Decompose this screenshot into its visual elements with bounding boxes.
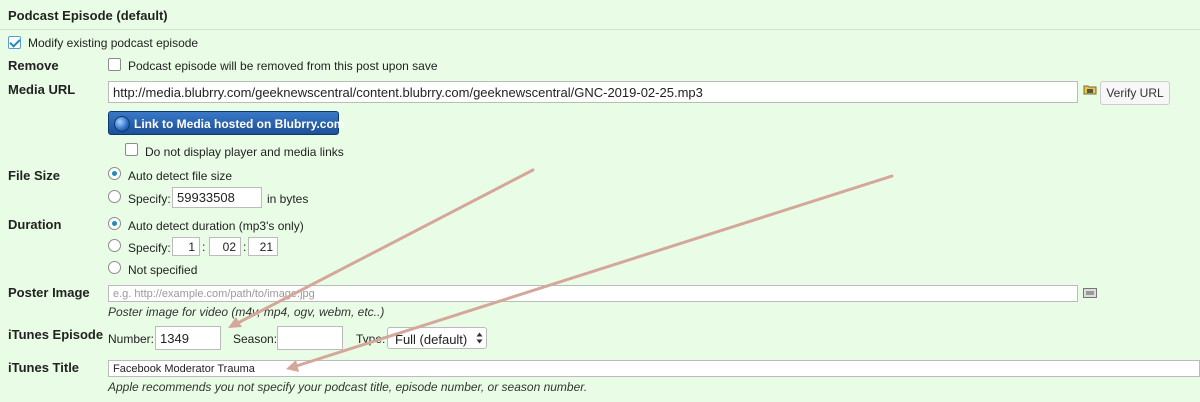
file-size-specify-label: Specify: [128,192,171,206]
file-size-unit: in bytes [267,192,309,206]
media-url-input[interactable] [108,81,1078,103]
itunes-title-hint: Apple recommends you not specify your po… [108,380,588,394]
duration-minutes-input[interactable] [209,237,241,256]
section-title: Podcast Episode (default) [8,8,168,23]
poster-image-label: Poster Image [8,285,90,300]
itunes-episode-label: iTunes Episode [8,327,104,342]
episode-type-value: Full (default) [395,332,468,347]
modify-episode-checkbox[interactable] [8,36,21,49]
duration-seconds-input[interactable] [248,237,278,256]
no-player-checkbox[interactable] [125,143,138,156]
episode-number-label: Number: [108,332,155,346]
remove-label: Remove [8,58,59,73]
duration-specify-label: Specify: [128,241,171,255]
file-size-auto-radio[interactable] [108,167,121,180]
episode-type-label: Type: [356,332,386,346]
verify-url-button[interactable]: Verify URL [1100,81,1170,105]
file-size-auto-label: Auto detect file size [128,169,233,183]
select-arrows-icon [476,331,483,348]
blubrry-link-label: Link to Media hosted on Blubrry.com [134,117,345,131]
season-label: Season: [233,332,278,346]
blubrry-link-button[interactable]: Link to Media hosted on Blubrry.com [108,111,344,135]
globe-icon [114,116,130,132]
duration-sep-1: : [202,240,206,254]
season-input[interactable] [277,326,343,350]
file-size-input[interactable] [172,187,262,208]
file-size-specify-radio[interactable] [108,190,121,203]
no-player-label: Do not display player and media links [145,145,344,159]
modify-episode-label: Modify existing podcast episode [28,36,199,50]
itunes-title-input[interactable] [108,360,1200,377]
media-url-label: Media URL [8,82,76,97]
episode-type-select[interactable]: Full (default) [387,327,487,349]
duration-label: Duration [8,217,62,232]
duration-sep-2: : [243,240,247,254]
duration-auto-label: Auto detect duration (mp3's only) [128,219,304,233]
duration-hours-input[interactable] [172,237,200,256]
folder-icon[interactable] [1083,84,1097,95]
itunes-title-label: iTunes Title [8,360,80,375]
duration-not-specified-radio[interactable] [108,261,121,274]
remove-episode-text: Podcast episode will be removed from thi… [128,59,438,73]
divider [0,29,1200,30]
duration-not-specified-label: Not specified [128,263,198,277]
image-picker-icon[interactable] [1083,287,1097,298]
remove-episode-checkbox[interactable] [108,58,121,71]
duration-specify-radio[interactable] [108,239,121,252]
duration-auto-radio[interactable] [108,217,121,230]
episode-number-input[interactable] [155,326,221,350]
file-size-label: File Size [8,168,61,183]
poster-image-hint: Poster image for video (m4v, mp4, ogv, w… [108,305,385,319]
poster-image-input[interactable] [108,285,1078,302]
